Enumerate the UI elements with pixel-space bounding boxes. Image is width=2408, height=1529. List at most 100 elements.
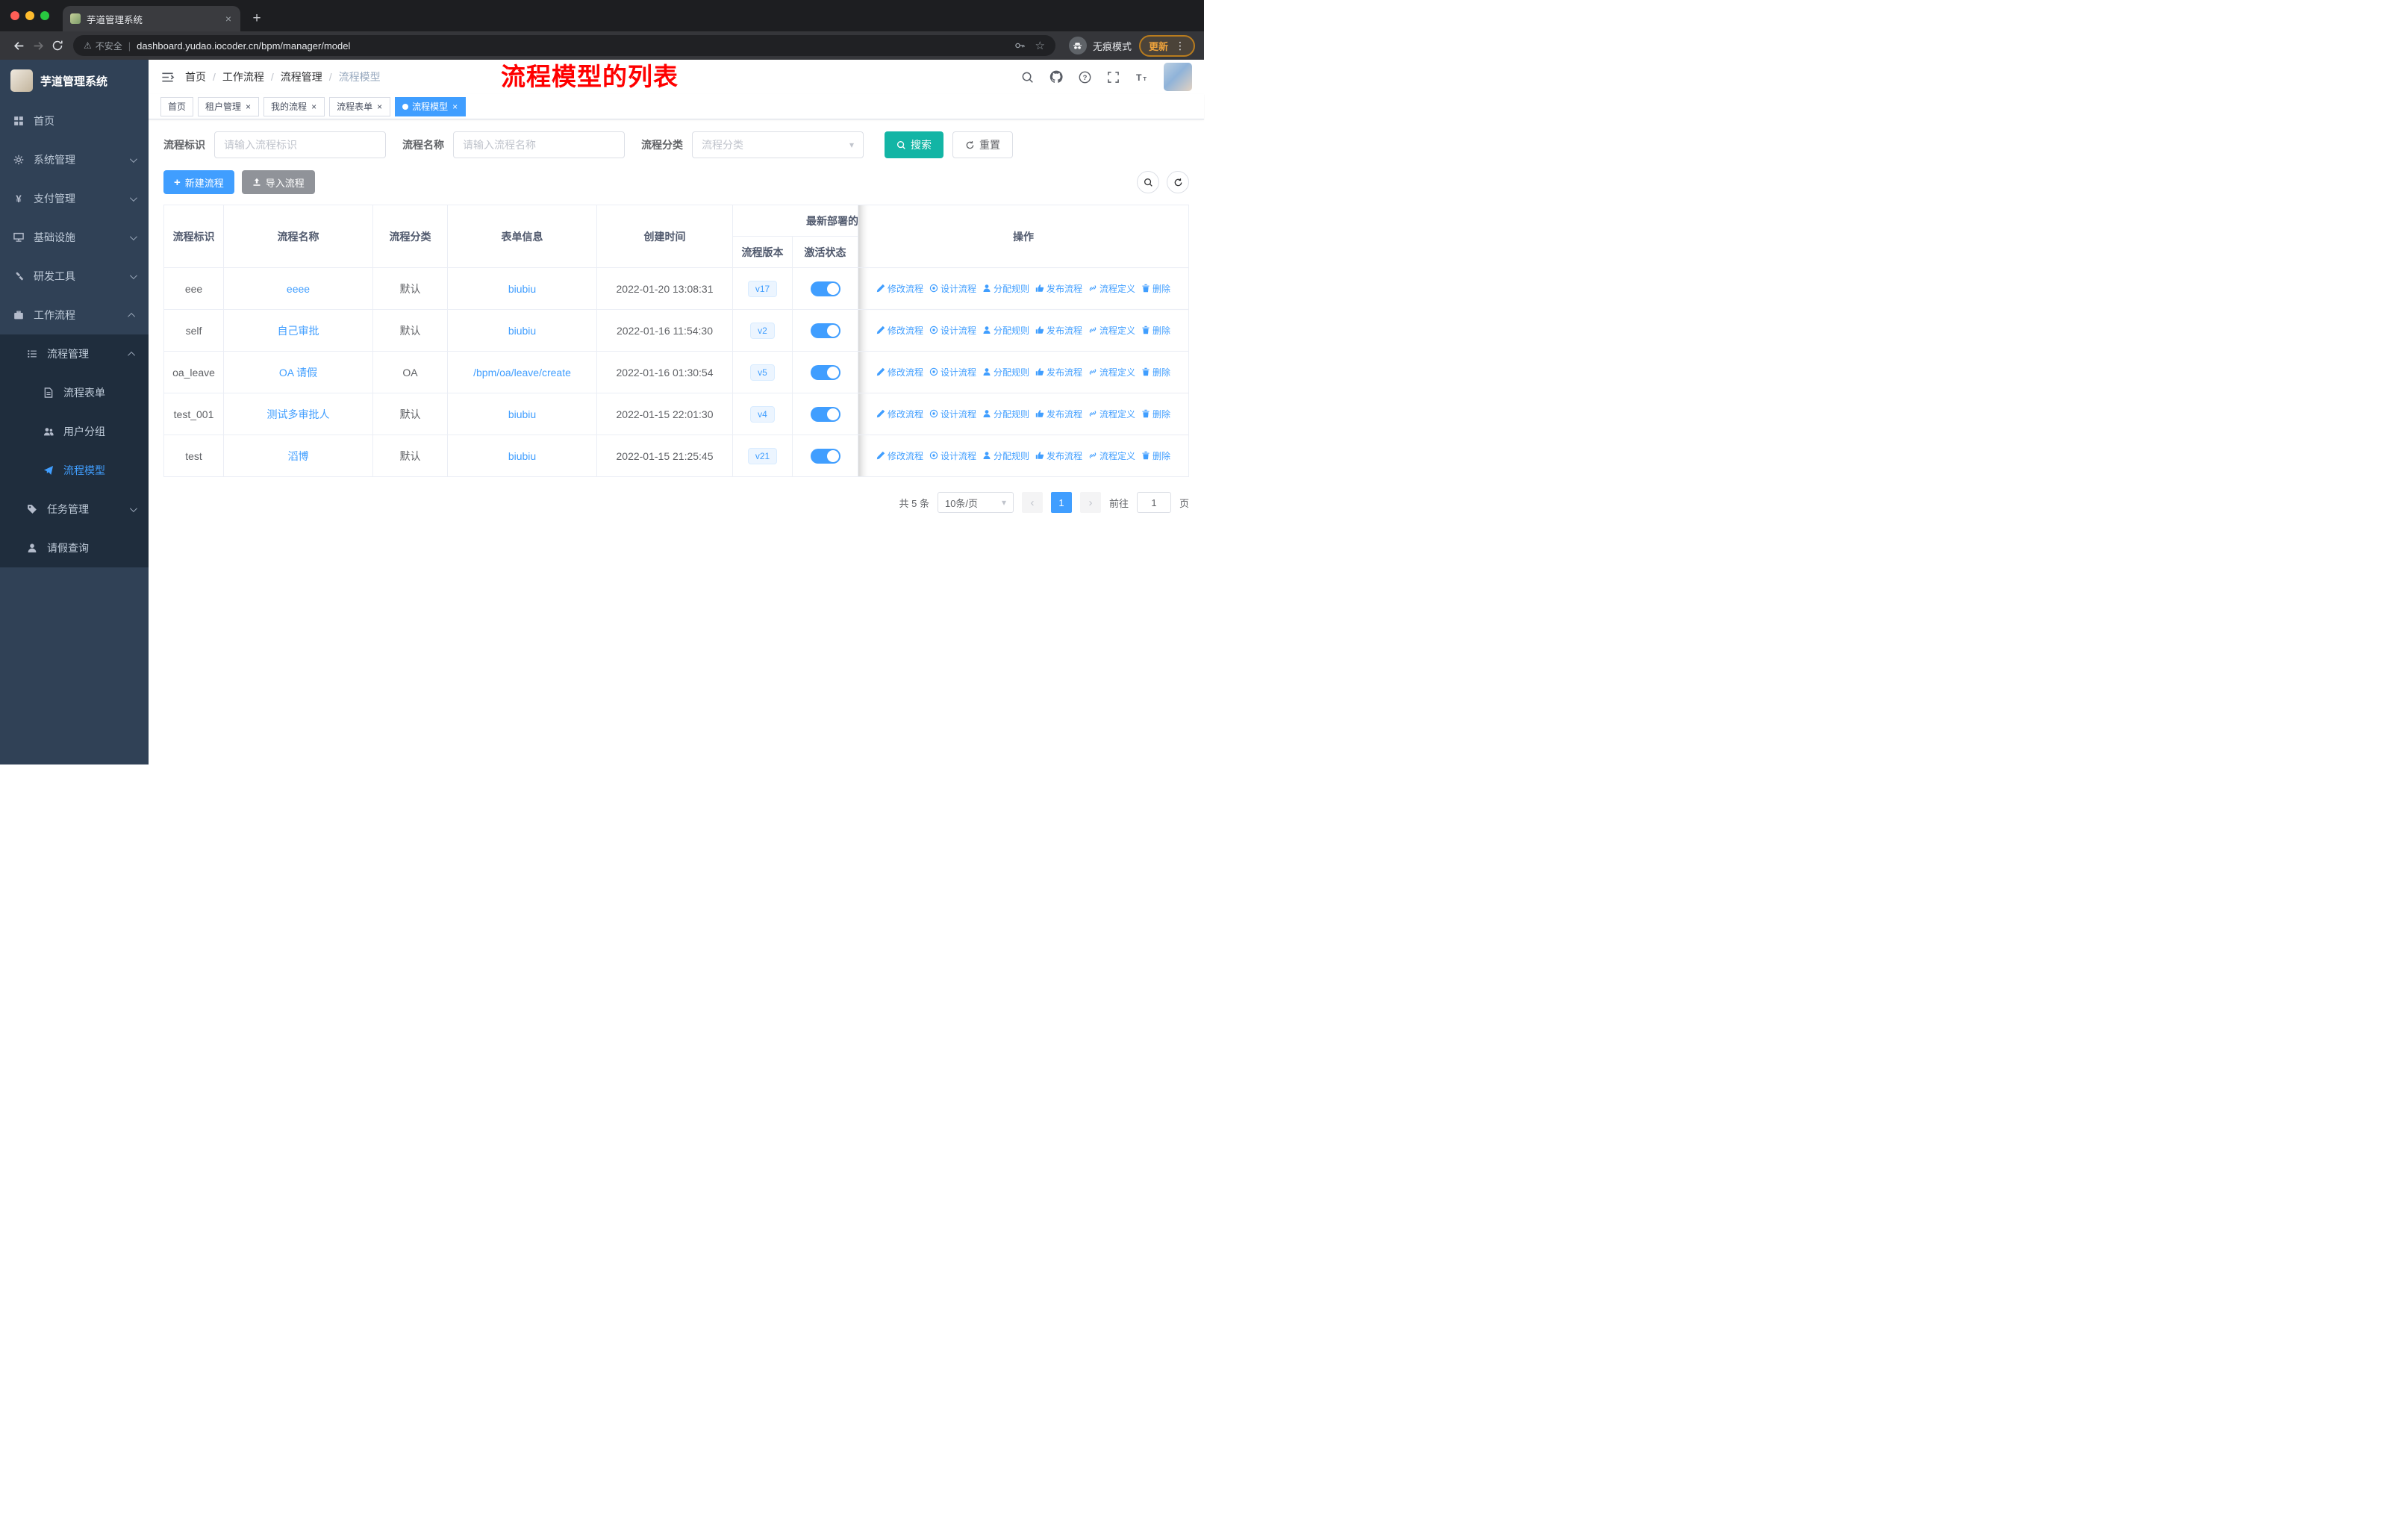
delete-link[interactable]: 删除	[1141, 449, 1170, 462]
refresh-button[interactable]	[1167, 171, 1189, 193]
form-info-link[interactable]: /bpm/oa/leave/create	[473, 367, 571, 379]
process-name-link[interactable]: OA 请假	[279, 367, 317, 379]
tag-process-model[interactable]: 流程模型 ×	[395, 96, 467, 116]
design-flow-link[interactable]: 设计流程	[929, 449, 976, 462]
edit-flow-link[interactable]: 修改流程	[876, 408, 923, 420]
reset-button[interactable]: 重置	[952, 131, 1013, 158]
active-toggle[interactable]	[810, 323, 840, 338]
form-info-link[interactable]: biubiu	[508, 450, 536, 462]
breadcrumb-item-process-mgmt[interactable]: 流程管理	[281, 69, 322, 84]
active-toggle[interactable]	[810, 406, 840, 422]
tag-tenant-mgmt[interactable]: 租户管理 ×	[198, 96, 260, 116]
process-key-input[interactable]	[214, 131, 386, 158]
sidebar-item-infrastructure[interactable]: 基础设施	[0, 218, 149, 257]
reload-icon[interactable]	[48, 36, 67, 55]
form-info-link[interactable]: biubiu	[508, 408, 536, 420]
key-icon[interactable]	[1014, 40, 1025, 51]
flow-definition-link[interactable]: 流程定义	[1088, 366, 1135, 379]
assign-rule-link[interactable]: 分配规则	[982, 366, 1029, 379]
sidebar-item-user-group[interactable]: 用户分组	[0, 412, 149, 451]
browser-menu-icon[interactable]: ⋮	[1175, 40, 1185, 52]
process-name-link[interactable]: 自己审批	[278, 325, 319, 337]
publish-flow-link[interactable]: 发布流程	[1035, 282, 1082, 295]
breadcrumb-item-home[interactable]: 首页	[185, 69, 206, 84]
edit-flow-link[interactable]: 修改流程	[876, 282, 923, 295]
tab-close-icon[interactable]: ×	[224, 13, 233, 25]
publish-flow-link[interactable]: 发布流程	[1035, 449, 1082, 462]
help-icon[interactable]: ?	[1079, 71, 1091, 84]
tag-my-process[interactable]: 我的流程 ×	[263, 96, 325, 116]
flow-definition-link[interactable]: 流程定义	[1088, 408, 1135, 420]
sidebar-item-workflow[interactable]: 工作流程	[0, 296, 149, 334]
user-avatar[interactable]	[1164, 63, 1192, 91]
edit-flow-link[interactable]: 修改流程	[876, 366, 923, 379]
zoom-window-button[interactable]	[40, 11, 49, 20]
update-chip[interactable]: 更新 ⋮	[1138, 34, 1195, 57]
sidebar-item-dev-tools[interactable]: 研发工具	[0, 257, 149, 296]
flow-definition-link[interactable]: 流程定义	[1088, 282, 1135, 295]
tag-home[interactable]: 首页	[160, 96, 194, 116]
active-toggle[interactable]	[810, 364, 840, 380]
assign-rule-link[interactable]: 分配规则	[982, 282, 1029, 295]
sidebar-item-leave-query[interactable]: 请假查询	[0, 529, 149, 567]
close-icon[interactable]: ×	[376, 102, 383, 111]
flow-definition-link[interactable]: 流程定义	[1088, 324, 1135, 337]
delete-link[interactable]: 删除	[1141, 324, 1170, 337]
publish-flow-link[interactable]: 发布流程	[1035, 324, 1082, 337]
sidebar-toggle-button[interactable]	[160, 70, 175, 84]
search-button[interactable]: 搜索	[885, 131, 943, 158]
create-process-button[interactable]: + 新建流程	[163, 170, 234, 194]
breadcrumb-item-workflow[interactable]: 工作流程	[222, 69, 264, 84]
new-tab-button[interactable]: +	[246, 8, 267, 29]
tag-process-form[interactable]: 流程表单 ×	[329, 96, 391, 116]
edit-flow-link[interactable]: 修改流程	[876, 324, 923, 337]
toggle-search-button[interactable]	[1137, 171, 1159, 193]
design-flow-link[interactable]: 设计流程	[929, 408, 976, 420]
prev-page-button[interactable]: ‹	[1021, 492, 1043, 513]
page-size-select[interactable]: 10条/页 ▾	[937, 492, 1014, 513]
process-category-select[interactable]: 流程分类 ▾	[692, 131, 864, 158]
assign-rule-link[interactable]: 分配规则	[982, 449, 1029, 462]
active-toggle[interactable]	[810, 448, 840, 464]
assign-rule-link[interactable]: 分配规则	[982, 408, 1029, 420]
active-toggle[interactable]	[810, 281, 840, 296]
browser-tab[interactable]: 芋道管理系统 ×	[63, 6, 240, 31]
sidebar-item-task-mgmt[interactable]: 任务管理	[0, 490, 149, 529]
github-icon[interactable]	[1049, 70, 1063, 84]
delete-link[interactable]: 删除	[1141, 366, 1170, 379]
page-number-button[interactable]: 1	[1050, 492, 1072, 513]
address-bar[interactable]: ⚠ 不安全 | dashboard.yudao.iocoder.cn/bpm/m…	[73, 35, 1055, 56]
import-process-button[interactable]: 导入流程	[241, 170, 315, 194]
search-icon[interactable]	[1021, 71, 1034, 84]
sidebar-item-system-mgmt[interactable]: 系统管理	[0, 140, 149, 179]
back-icon[interactable]	[9, 36, 28, 55]
close-icon[interactable]: ×	[452, 102, 458, 111]
design-flow-link[interactable]: 设计流程	[929, 324, 976, 337]
minimize-window-button[interactable]	[25, 11, 34, 20]
publish-flow-link[interactable]: 发布流程	[1035, 408, 1082, 420]
security-warning[interactable]: ⚠ 不安全	[84, 40, 122, 52]
design-flow-link[interactable]: 设计流程	[929, 282, 976, 295]
publish-flow-link[interactable]: 发布流程	[1035, 366, 1082, 379]
assign-rule-link[interactable]: 分配规则	[982, 324, 1029, 337]
next-page-button[interactable]: ›	[1079, 492, 1101, 513]
process-name-link[interactable]: eeee	[287, 283, 310, 295]
sidebar-item-process-mgmt[interactable]: 流程管理	[0, 334, 149, 373]
process-name-link[interactable]: 滔博	[288, 450, 309, 462]
delete-link[interactable]: 删除	[1141, 408, 1170, 420]
sidebar-item-home[interactable]: 首页	[0, 102, 149, 140]
design-flow-link[interactable]: 设计流程	[929, 366, 976, 379]
bookmark-star-icon[interactable]: ☆	[1035, 39, 1045, 52]
form-info-link[interactable]: biubiu	[508, 325, 536, 337]
edit-flow-link[interactable]: 修改流程	[876, 449, 923, 462]
forward-icon[interactable]	[28, 36, 48, 55]
sidebar-item-process-form[interactable]: 流程表单	[0, 373, 149, 412]
app-logo[interactable]: 芋道管理系统	[0, 60, 149, 102]
sidebar-item-payment-mgmt[interactable]: ¥ 支付管理	[0, 179, 149, 218]
goto-page-input[interactable]	[1136, 492, 1171, 513]
process-name-input[interactable]	[453, 131, 625, 158]
form-info-link[interactable]: biubiu	[508, 283, 536, 295]
close-icon[interactable]: ×	[245, 102, 252, 111]
close-icon[interactable]: ×	[311, 102, 317, 111]
flow-definition-link[interactable]: 流程定义	[1088, 449, 1135, 462]
